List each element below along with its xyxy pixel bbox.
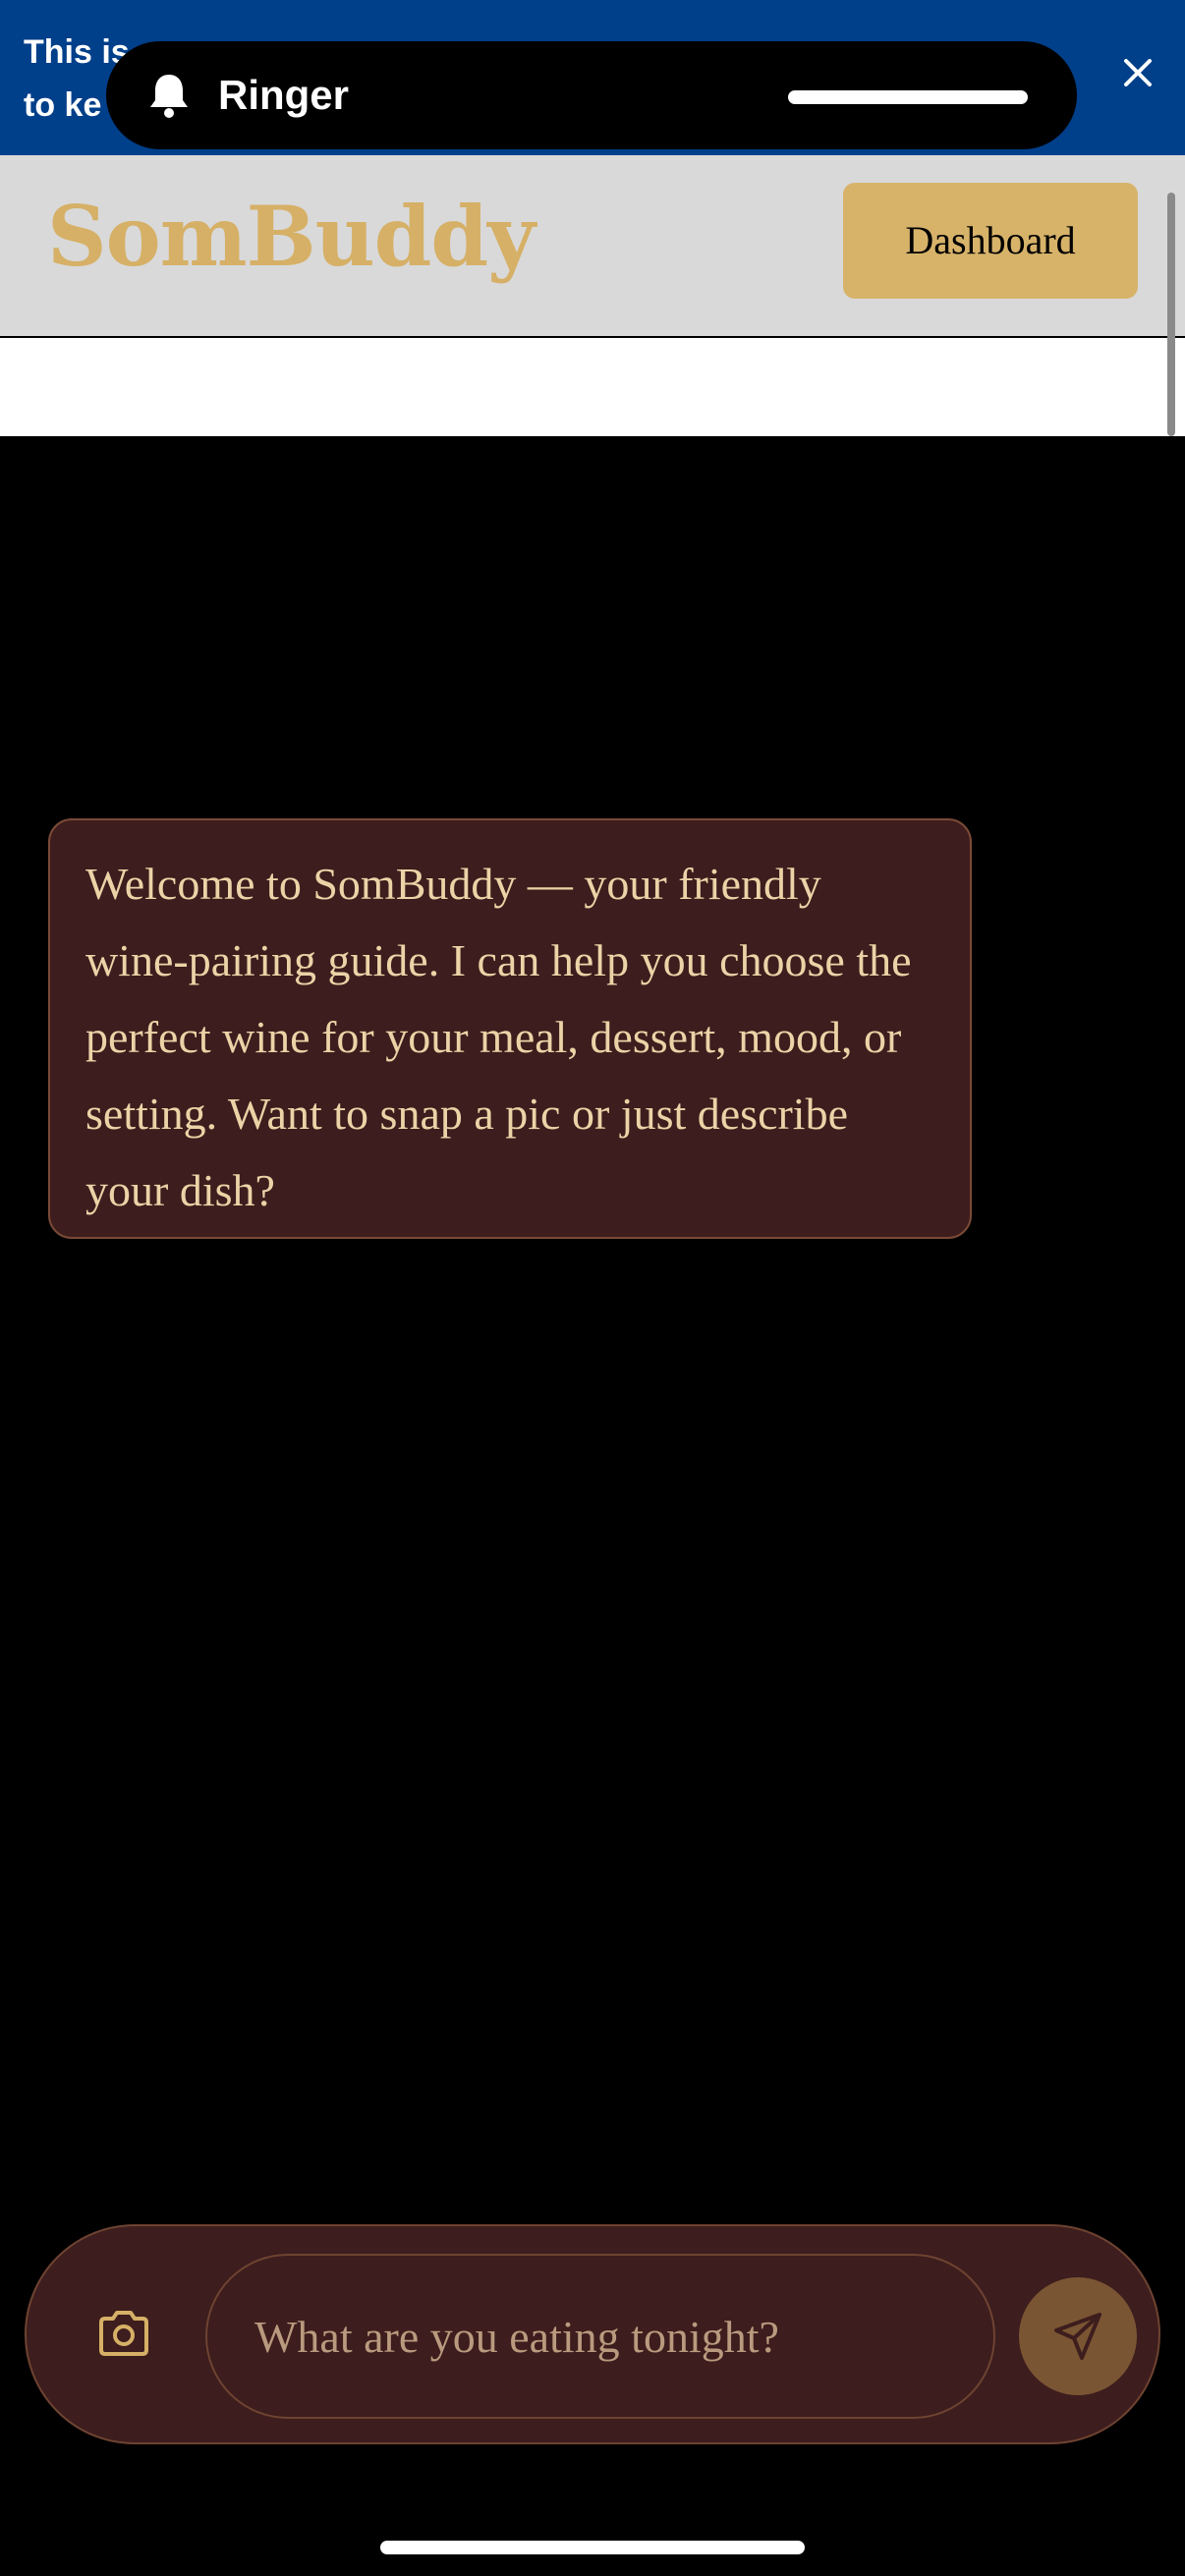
header-spacer [0,338,1185,436]
home-indicator[interactable] [380,2541,805,2554]
message-composer [25,2224,1160,2444]
send-icon [1054,2313,1101,2360]
assistant-message-text: Welcome to SomBuddy — your friendly wine… [85,859,912,1215]
scrollbar[interactable] [1167,193,1175,436]
ringer-volume-bar [788,90,1028,104]
send-button[interactable] [1019,2277,1137,2395]
dashboard-button[interactable]: Dashboard [843,183,1138,299]
app-logo[interactable]: SomBuddy [47,183,536,291]
dish-input[interactable] [205,2254,995,2419]
camera-button[interactable] [95,2309,152,2358]
ringer-label: Ringer [218,72,350,118]
close-icon [1124,59,1152,86]
bell-icon [145,71,193,120]
banner-close-button[interactable] [1112,47,1163,98]
assistant-message-bubble: Welcome to SomBuddy — your friendly wine… [48,818,972,1239]
ringer-indicator: Ringer [106,41,1077,149]
app-header: SomBuddy Dashboard [0,155,1185,338]
camera-icon [99,2311,148,2356]
